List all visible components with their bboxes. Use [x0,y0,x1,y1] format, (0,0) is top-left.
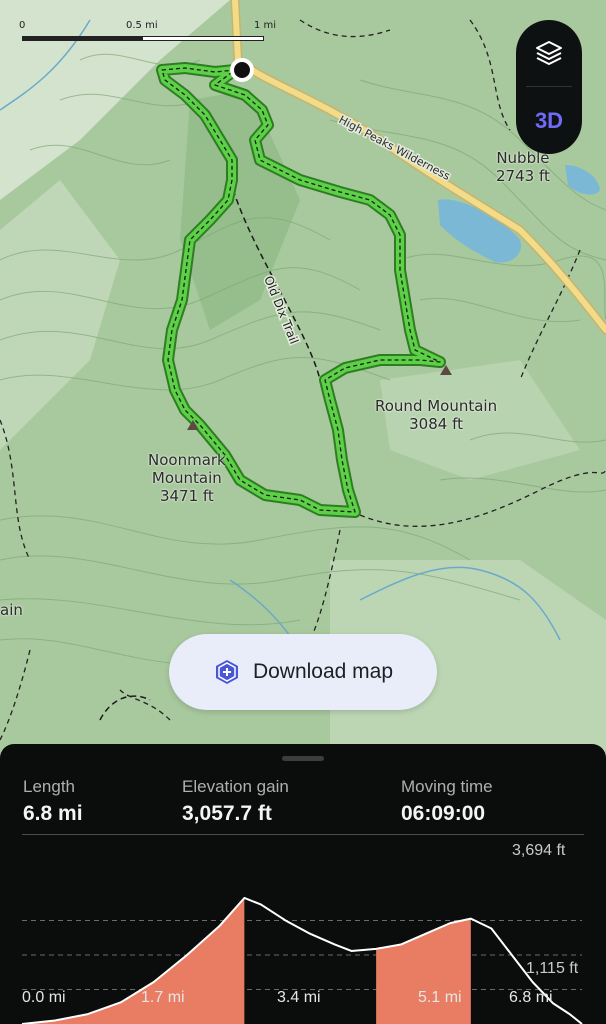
trail-map[interactable]: Old Dix Trail High Peaks Wilderness 0 0.… [0,0,606,750]
scale-tick-2: 1 mi [254,20,277,31]
label-round-mountain: Round Mountain 3084 ft [375,397,498,433]
x-tick-0: 0.0 mi [22,989,66,1006]
y-tick-min: 1,115 ft [526,960,579,977]
download-map-button[interactable]: Download map [169,634,437,710]
route-stats-panel: Length 6.8 mi Elevation gain 3,057.7 ft … [0,744,606,1024]
x-tick-3: 5.1 mi [418,989,462,1006]
x-tick-1: 1.7 mi [141,989,185,1006]
length-label: Length [23,777,75,796]
scale-tick-0: 0 [19,20,26,31]
label-partial: ain [0,601,23,619]
layers-icon [536,41,562,65]
elevation-gain-label: Elevation gain [182,777,289,796]
length-value: 6.8 mi [23,802,83,825]
x-tick-2: 3.4 mi [277,989,321,1006]
scale-tick-1: 0.5 mi [126,20,158,31]
scale-bar [22,36,264,41]
moving-time-label: Moving time [401,777,493,796]
map-controls: 3D [516,20,582,154]
y-tick-max: 3,694 ft [512,842,566,859]
x-tick-4: 6.8 mi [509,989,553,1006]
shield-plus-icon [215,660,238,684]
layers-button[interactable] [516,20,582,86]
label-noonmark: Noonmark Mountain 3471 ft [148,451,226,505]
moving-time-value: 06:09:00 [401,802,486,825]
elevation-gain-value: 3,057.7 ft [182,802,272,825]
drag-handle[interactable] [282,756,324,761]
label-nubble: Nubble 2743 ft [496,149,550,185]
download-map-label: Download map [252,660,394,683]
3d-button[interactable]: 3D [516,88,582,154]
